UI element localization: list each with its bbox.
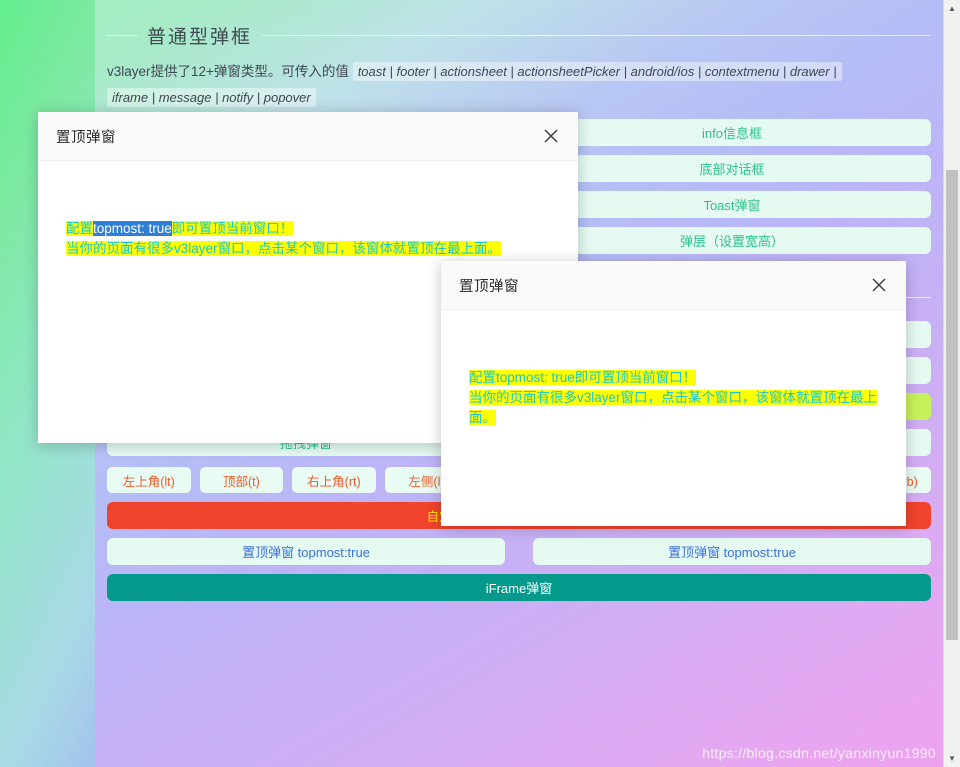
position-chip-rt[interactable]: 右上角(rt) — [292, 467, 376, 493]
position-chip-t[interactable]: 顶部(t) — [200, 467, 284, 493]
normal-button-bottom-dialog[interactable]: 底部对话框 — [533, 155, 931, 182]
dialog-1-line-2-text: 当你的页面有很多v3layer窗口，点击某个窗口，该窗体就置顶在最上面。 — [66, 241, 501, 256]
extend-button-iframe[interactable]: iFrame弹窗 — [107, 574, 931, 601]
dialog-1-selection: topmost: true — [93, 221, 172, 236]
section-description: v3layer提供了12+弹窗类型。可传入的值 toast | footer |… — [105, 55, 933, 119]
section-title-normal: 普通型弹框 — [147, 22, 252, 49]
normal-button-info[interactable]: info信息框 — [533, 119, 931, 146]
description-prefix: v3layer提供了12+弹窗类型。可传入的值 — [107, 64, 349, 79]
dialog-2-text: 配置topmost: true即可置顶当前窗口！ 当你的页面有很多v3layer… — [441, 368, 906, 428]
close-icon[interactable] — [540, 125, 562, 147]
browser-viewport: 普通型弹框 v3layer提供了12+弹窗类型。可传入的值 toast | fo… — [0, 0, 960, 767]
dialog-1-line-1-a: 配置 — [66, 221, 93, 236]
position-chip-lt[interactable]: 左上角(lt) — [107, 467, 191, 493]
section-rule — [262, 35, 931, 36]
close-icon[interactable] — [868, 274, 890, 296]
normal-button-toast[interactable]: Toast弹窗 — [533, 191, 931, 218]
dialog-2-line-2: 当你的页面有很多v3layer窗口，点击某个窗口，该窗体就置顶在最上面。 — [469, 388, 884, 428]
dialog-1-title: 置顶弹窗 — [56, 126, 540, 147]
dialog-2-body: 配置topmost: true即可置顶当前窗口！ 当你的页面有很多v3layer… — [441, 310, 906, 526]
section-header-normal: 普通型弹框 — [105, 0, 933, 55]
dialog-1-text: 配置topmost: true即可置顶当前窗口！ 当你的页面有很多v3layer… — [38, 219, 578, 259]
scroll-down-arrow-icon[interactable]: ▼ — [944, 750, 960, 767]
dialog-1-line-2: 当你的页面有很多v3layer窗口，点击某个窗口，该窗体就置顶在最上面。 — [66, 239, 556, 259]
dialog-1-header[interactable]: 置顶弹窗 — [38, 112, 578, 161]
scroll-up-arrow-icon[interactable]: ▲ — [944, 0, 960, 17]
dialog-1-line-1-b: 即可置顶当前窗口！ — [172, 221, 294, 236]
types-chip-2: iframe | message | notify | popover — [107, 88, 316, 107]
extend-button-topmost-right[interactable]: 置顶弹窗 topmost:true — [533, 538, 931, 565]
extend-button-topmost-left[interactable]: 置顶弹窗 topmost:true — [107, 538, 505, 565]
section-dash — [107, 35, 137, 36]
dialog-2-line-1: 配置topmost: true即可置顶当前窗口！ — [469, 368, 884, 388]
scrollbar-thumb[interactable] — [946, 170, 958, 640]
dialog-2-title: 置顶弹窗 — [459, 275, 868, 296]
dialog-2-line-1-text: 配置topmost: true即可置顶当前窗口！ — [469, 370, 696, 385]
dialog-1-line-1: 配置topmost: true即可置顶当前窗口！ — [66, 219, 556, 239]
dialog-topmost-2[interactable]: 置顶弹窗 配置topmost: true即可置顶当前窗口！ 当你的页面有很多v3… — [441, 261, 906, 526]
types-chip-1: toast | footer | actionsheet | actionshe… — [353, 62, 842, 81]
normal-button-layer-size[interactable]: 弹层（设置宽高） — [533, 227, 931, 254]
vertical-scrollbar[interactable]: ▲ ▼ — [943, 0, 960, 767]
dialog-2-line-2-text: 当你的页面有很多v3layer窗口，点击某个窗口，该窗体就置顶在最上面。 — [469, 390, 877, 425]
dialog-2-header[interactable]: 置顶弹窗 — [441, 261, 906, 310]
